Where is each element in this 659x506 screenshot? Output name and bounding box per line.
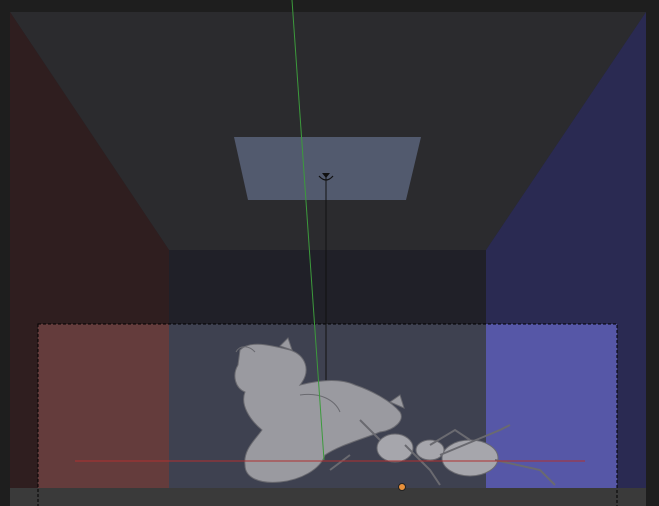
viewport-scene[interactable] <box>0 0 659 506</box>
3d-viewport[interactable] <box>0 0 659 506</box>
floor-strip <box>10 488 646 506</box>
area-light-panel[interactable] <box>234 137 421 200</box>
origin-dot[interactable] <box>398 483 406 491</box>
render-right-wall <box>486 324 617 488</box>
render-left-wall <box>38 324 169 488</box>
